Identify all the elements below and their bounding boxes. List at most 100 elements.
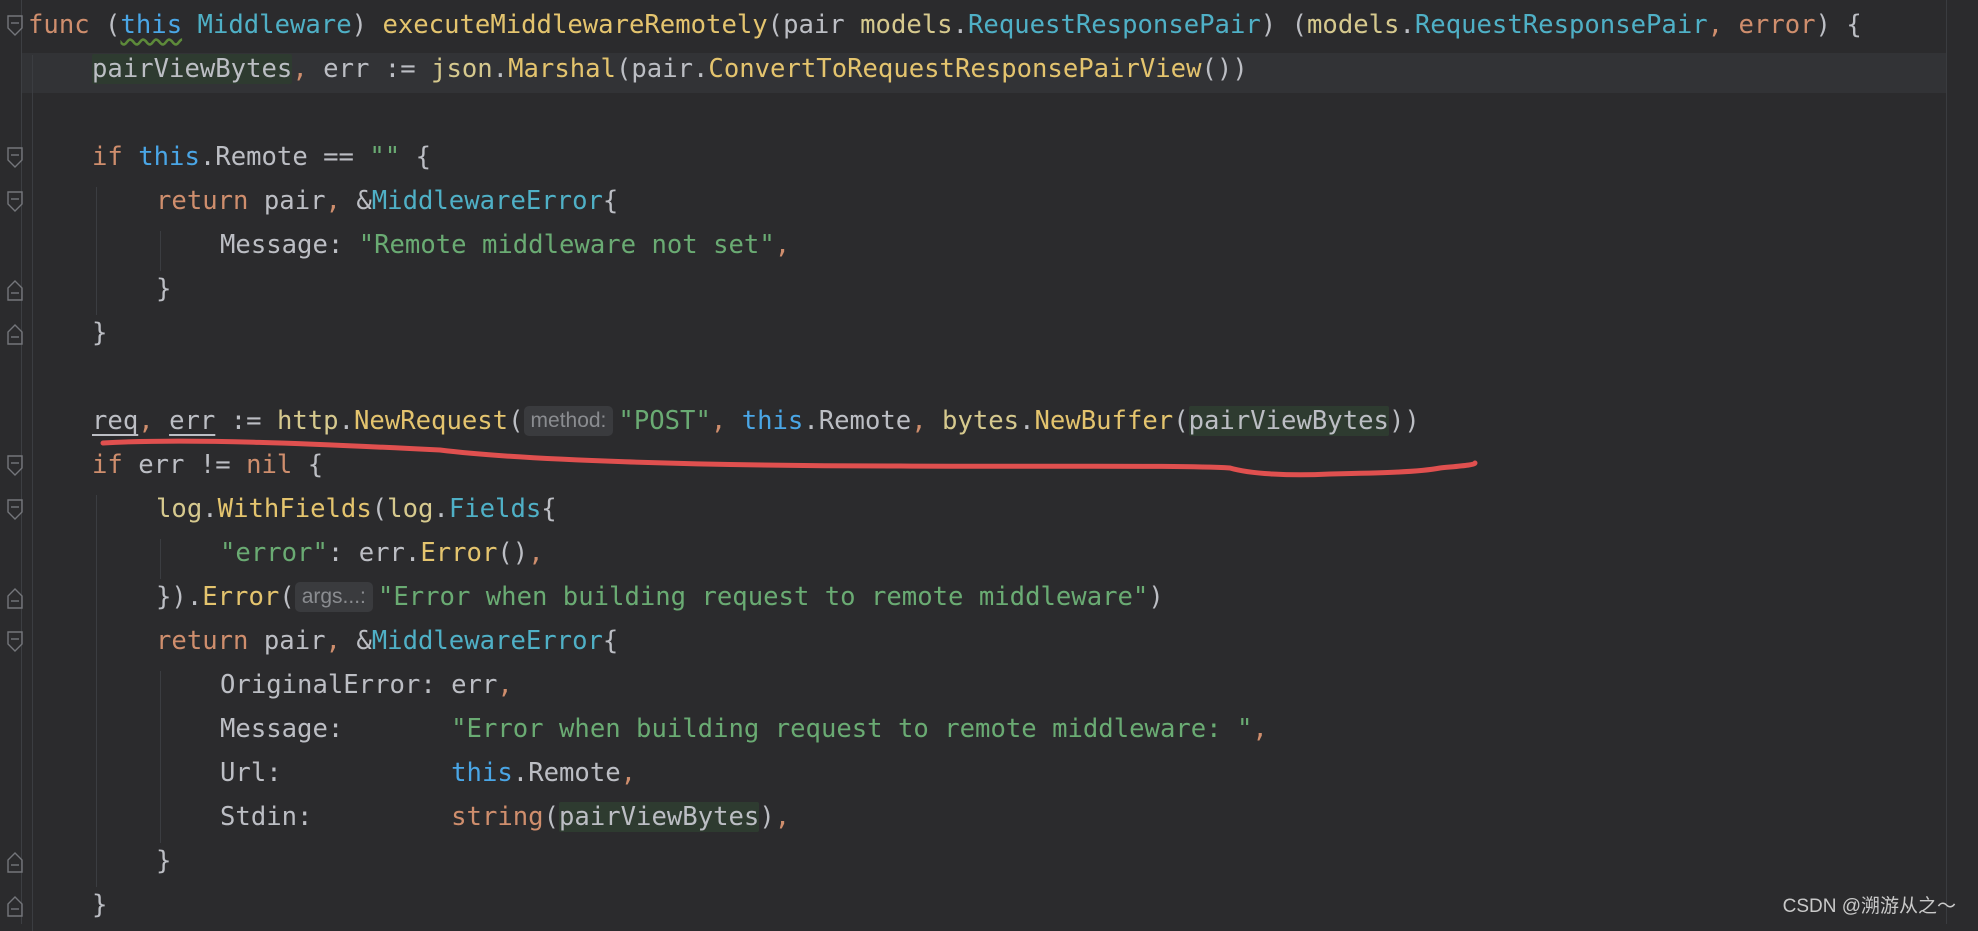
code-token: err [169,406,216,436]
code-token: , [1707,10,1739,40]
code-token: . [338,406,354,436]
code-line[interactable]: Message: "Error when building request to… [220,709,1268,749]
code-token: Message: [220,230,359,260]
code-token: { [602,186,619,216]
code-token: } [92,890,108,920]
code-token: . [202,494,218,524]
code-token: err != [138,450,247,480]
code-token: this [451,758,513,788]
code-line[interactable]: log.WithFields(log.Fields{ [156,489,557,529]
code-token: ( [89,10,121,40]
code-token: . [433,494,449,524]
code-line[interactable]: return pair, &MiddlewareError{ [156,621,618,661]
code-line[interactable]: req, err := http.NewRequest(method: "POST… [92,401,1420,441]
code-token: NewRequest [354,406,509,436]
code-line[interactable]: "error": err.Error(), [220,533,544,573]
code-token: return [156,186,264,216]
parameter-hint: method: [523,406,614,436]
code-token: := [215,406,277,436]
code-token: , [528,538,544,568]
code-token: log [156,494,203,524]
code-token: (pair [767,10,861,40]
code-token: Error [420,538,498,568]
code-token: pair [263,626,326,656]
code-editor[interactable]: func (this Middleware) executeMiddleware… [0,0,1978,931]
code-token: NewBuffer [1034,406,1174,436]
code-token: . [952,10,968,40]
code-token: json [431,54,493,84]
code-token: & [356,186,372,216]
csdn-watermark: CSDN @溯游从之～ [1782,896,1956,917]
code-token: , [911,406,943,436]
code-token: models [860,10,953,40]
code-token: , [620,758,637,788]
code-token: ConvertToRequestResponsePairView [708,54,1202,84]
code-token: { [602,626,619,656]
code-token: } [156,846,172,876]
code-token: if [92,450,139,480]
code-line[interactable]: if err != nil { [92,445,323,485]
code-token: ( [371,494,388,524]
code-line[interactable]: } [92,313,107,353]
code-token: WithFields [217,494,372,524]
code-token: { [541,494,557,524]
code-token: string [451,802,544,832]
code-token: ) [351,10,383,40]
code-line[interactable]: pairViewBytes, err := json.Marshal(pair.… [92,49,1248,89]
code-token: RequestResponsePair [968,10,1261,40]
code-token: .Remote [803,406,912,436]
code-token: executeMiddlewareRemotely [382,10,768,40]
code-line[interactable]: }).Error(args...: "Error when building re… [156,577,1164,617]
code-line[interactable]: func (this Middleware) executeMiddleware… [28,5,1862,45]
code-token: error [1738,10,1816,40]
code-token: ) [1148,582,1164,612]
code-token: pairViewBytes [559,802,760,832]
code-token: err := [323,54,432,84]
code-token: ( [1173,406,1189,436]
code-line[interactable]: Url: this.Remote, [220,753,636,793]
code-token: req [92,406,139,436]
code-token: , [1252,714,1268,744]
code-line[interactable]: Stdin: string(pairViewBytes), [220,797,790,837]
code-token: this [741,406,804,436]
code-token: "Remote middleware not set" [358,230,775,260]
code-token: this [138,142,200,172]
code-token: log [387,494,434,524]
code-token: models [1307,10,1400,40]
code-line[interactable]: } [92,885,107,925]
code-token: "" [369,142,401,172]
right-margin-guide [1946,0,1947,924]
code-line[interactable]: if this.Remote == "" { [92,137,431,177]
code-token: }). [156,582,203,612]
code-token: Error [202,582,280,612]
code-token: if [92,142,139,172]
code-token: MiddlewareError [371,626,603,656]
code-token: "error" [220,538,328,568]
code-token: ) [759,802,775,832]
code-token: ( [279,582,295,612]
code-token: pairViewBytes [1188,406,1389,436]
code-token: "Error when building request to remote m… [451,714,1253,744]
code-token: ()) [1201,54,1248,84]
code-token: ) ( [1260,10,1308,40]
code-token: , [138,406,170,436]
code-line[interactable]: } [156,841,171,881]
code-area[interactable]: func (this Middleware) executeMiddleware… [0,0,1946,924]
code-token: RequestResponsePair [1414,10,1708,40]
code-token: Marshal [508,54,616,84]
code-token: .Remote == [199,142,370,172]
code-token: OriginalError: err [220,670,498,700]
code-line[interactable]: return pair, &MiddlewareError{ [156,181,618,221]
code-line[interactable]: Message: "Remote middleware not set", [220,225,790,265]
code-token: : err. [327,538,421,568]
code-token: "Error when building request to remote m… [377,582,1149,612]
code-token: nil [246,450,293,480]
code-token: . [492,54,509,84]
code-token: { [292,450,324,480]
code-token: , [325,626,357,656]
code-line[interactable]: OriginalError: err, [220,665,513,705]
code-token: ( [508,406,524,436]
code-token: , [774,802,791,832]
code-line[interactable]: } [156,269,171,309]
